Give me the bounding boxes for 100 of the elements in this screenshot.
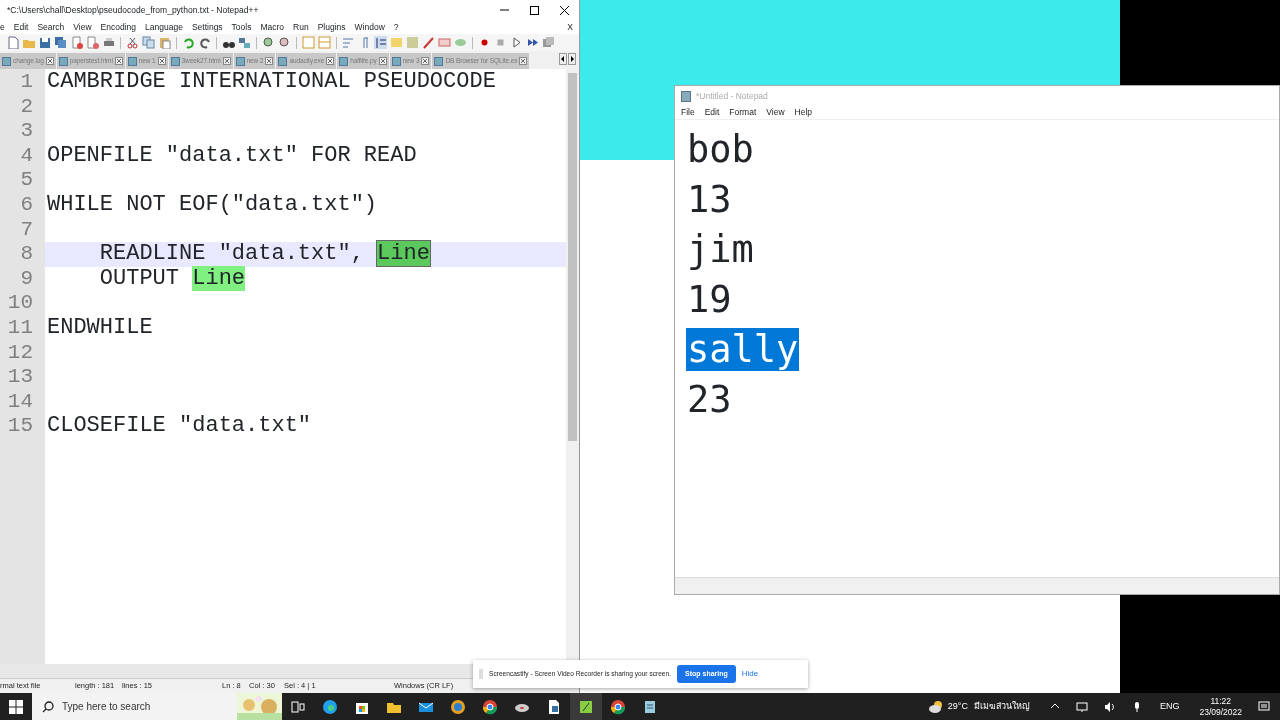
fast-forward-icon[interactable]	[526, 36, 539, 49]
save-icon[interactable]	[38, 36, 51, 49]
line-number: 14	[6, 389, 34, 415]
document-icon	[2, 56, 11, 66]
notepad-icon[interactable]	[642, 698, 658, 715]
network-icon[interactable]	[1075, 700, 1088, 713]
text-line: jim	[686, 228, 755, 271]
code-line: ENDWHILE	[46, 315, 154, 341]
close-icon[interactable]	[265, 57, 274, 65]
line-number: 10	[6, 291, 34, 316]
grip-icon[interactable]	[479, 669, 483, 679]
close-icon[interactable]	[45, 57, 54, 65]
menu-item[interactable]: Plugins	[317, 20, 346, 34]
code-line: CLOSEFILE "data.txt"	[46, 414, 313, 439]
menu-item[interactable]: Language	[145, 20, 183, 34]
close-document-button[interactable]: X	[567, 20, 573, 34]
menu-item[interactable]: Help	[794, 106, 813, 119]
scroll-left-icon[interactable]	[559, 53, 567, 65]
menu-item[interactable]: Edit	[13, 20, 29, 34]
text-line: 13	[686, 178, 733, 221]
menu-item[interactable]: Settings	[191, 20, 223, 34]
menu-item[interactable]: ?	[393, 20, 399, 34]
folder-workspace-icon[interactable]	[422, 36, 435, 49]
search-field[interactable]: Type here to search	[32, 693, 282, 720]
new-file-icon[interactable]	[6, 36, 19, 49]
document-icon	[339, 56, 349, 66]
chrome-icon[interactable]	[482, 698, 498, 715]
task-view-icon[interactable]	[290, 698, 306, 715]
close-icon[interactable]	[326, 57, 335, 65]
browser-icon[interactable]	[322, 698, 338, 715]
menu-item[interactable]: Tools	[231, 20, 252, 34]
close-icon[interactable]	[157, 57, 166, 65]
document-icon	[391, 56, 401, 66]
close-icon[interactable]	[114, 57, 123, 65]
redo-icon[interactable]	[198, 36, 211, 49]
undo-icon[interactable]	[182, 36, 195, 49]
menu-item[interactable]: e	[0, 20, 5, 34]
document-icon	[58, 56, 68, 66]
line-number: 15	[6, 414, 34, 439]
menu-item[interactable]: Macro	[260, 20, 285, 34]
close-icon[interactable]	[421, 57, 430, 65]
paste-icon[interactable]	[158, 36, 171, 49]
line-number: 1	[19, 70, 34, 95]
chrome-icon[interactable]	[610, 698, 626, 715]
maximize-icon	[528, 4, 540, 16]
line-number: 6	[19, 192, 34, 218]
hide-link[interactable]: Hide	[741, 668, 759, 680]
menu-item[interactable]: Run	[293, 20, 309, 34]
line-number: 2	[19, 94, 34, 120]
notepad-plus-icon[interactable]	[578, 698, 594, 715]
menu-item[interactable]: File	[681, 106, 695, 119]
line-number: 9	[19, 266, 34, 292]
copy-icon[interactable]	[142, 36, 155, 49]
notification-icon[interactable]	[1258, 700, 1270, 713]
printer-icon[interactable]	[102, 36, 115, 49]
scrollbar-thumb[interactable]	[568, 73, 577, 441]
app-icon[interactable]	[450, 698, 466, 715]
text-line: 19	[686, 278, 733, 321]
menu-item[interactable]: Encoding	[100, 20, 137, 34]
close-icon	[558, 4, 570, 16]
code-line: OUTPUT Line	[98, 266, 247, 292]
menu-item[interactable]: View	[766, 106, 785, 119]
code-line: WHILE NOT EOF("data.txt")	[46, 192, 379, 218]
line-number: 8	[19, 242, 34, 267]
zoom-out-icon[interactable]	[278, 36, 291, 49]
line-number: 5	[19, 168, 34, 193]
scissors-icon[interactable]	[126, 36, 139, 49]
replace-icon[interactable]	[238, 36, 251, 49]
close-icon[interactable]	[378, 57, 387, 65]
notepad-icon	[681, 90, 691, 102]
document-icon	[170, 56, 180, 66]
text-line: 23	[686, 378, 733, 421]
menu-item[interactable]: Window	[354, 20, 385, 34]
speaker-icon[interactable]	[1103, 700, 1116, 713]
save-all-icon[interactable]	[54, 36, 67, 49]
line-number: 7	[19, 217, 34, 243]
close-all-icon[interactable]	[86, 36, 99, 49]
language-indicator[interactable]: ENG	[1159, 699, 1180, 714]
windows-logo-icon[interactable]	[9, 699, 23, 714]
menu-item[interactable]: Search	[37, 20, 65, 34]
selected-text: sally	[686, 328, 800, 371]
document-icon	[434, 56, 444, 66]
line-number: 4	[19, 143, 34, 169]
text-line: bob	[686, 128, 755, 171]
indent-guide-icon[interactable]	[374, 36, 387, 49]
close-file-icon[interactable]	[70, 36, 83, 49]
scroll-right-icon[interactable]	[568, 53, 576, 65]
window-title: *Untitled - Notepad	[696, 89, 768, 103]
zoom-in-icon[interactable]	[262, 36, 275, 49]
python-file-icon[interactable]	[546, 698, 562, 715]
temperature: 29°C	[947, 699, 968, 713]
document-icon	[278, 56, 288, 66]
menu-item[interactable]: Edit	[704, 106, 720, 119]
play-icon[interactable]	[510, 36, 523, 49]
menu-item[interactable]: Format	[729, 106, 757, 119]
code-line: OPENFILE "data.txt" FOR READ	[46, 143, 418, 169]
close-icon[interactable]	[222, 57, 231, 65]
close-icon[interactable]	[519, 57, 528, 65]
clock[interactable]: 11:22 23/09/2022	[1199, 695, 1242, 718]
menu-item[interactable]: View	[73, 20, 92, 34]
